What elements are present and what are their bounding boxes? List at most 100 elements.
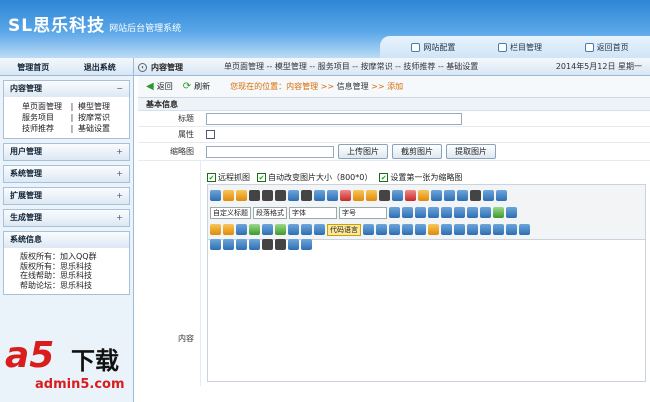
help-icon[interactable] [301, 238, 312, 250]
remote-fetch-option[interactable]: 远程抓图 [207, 172, 250, 183]
strikethrough-icon[interactable] [301, 190, 312, 201]
subscript-icon[interactable] [327, 190, 338, 201]
delete-table-icon[interactable] [467, 224, 478, 235]
bold-icon[interactable] [249, 190, 260, 201]
crop-image-button[interactable]: 截剪图片 [392, 144, 442, 159]
split-cells-icon[interactable] [249, 238, 260, 250]
special-char-icon[interactable] [415, 224, 426, 235]
background-icon[interactable] [363, 224, 374, 235]
title-input[interactable] [206, 112, 462, 125]
unlink-icon[interactable] [493, 207, 504, 218]
indent-icon[interactable] [415, 207, 426, 218]
align-right-icon[interactable] [454, 207, 465, 218]
first-thumb-option[interactable]: 设置第一张为缩略图 [379, 172, 462, 183]
gmap-icon[interactable] [288, 224, 299, 235]
delete-col-icon[interactable] [519, 224, 530, 235]
italic-icon[interactable] [262, 190, 273, 201]
select-all-icon[interactable] [457, 190, 468, 201]
insert-col-icon[interactable] [506, 224, 517, 235]
emotion-icon[interactable] [210, 224, 221, 235]
merge-down-icon[interactable] [236, 238, 247, 250]
clear-doc-icon[interactable] [470, 190, 481, 201]
video-icon[interactable] [249, 224, 260, 235]
insert-row-icon[interactable] [480, 224, 491, 235]
clear-format-icon[interactable] [340, 190, 351, 201]
attachment-icon[interactable] [262, 224, 273, 235]
menu-massage[interactable]: 按摩常识 [78, 112, 110, 123]
direction-ltr-icon[interactable] [389, 207, 400, 218]
menu-technician[interactable]: 技师推荐 [22, 123, 66, 134]
delete-row-icon[interactable] [493, 224, 504, 235]
attr-row: 属性 [138, 127, 650, 143]
system-menu[interactable]: 系统管理 + [3, 165, 130, 183]
pure-text-icon[interactable] [392, 190, 403, 201]
font-family-select[interactable]: 字体 [289, 206, 337, 219]
row-spacing-top-icon[interactable] [483, 190, 494, 201]
font-border-icon[interactable] [288, 190, 299, 201]
user-menu[interactable]: 用户管理 + [3, 143, 130, 161]
anchor-icon[interactable] [506, 207, 517, 218]
horizontal-rule-icon[interactable] [376, 224, 387, 235]
undo-icon[interactable] [223, 190, 234, 201]
page-break-icon[interactable] [314, 224, 325, 235]
word-image-icon[interactable] [441, 224, 452, 235]
insert-frame-icon[interactable] [301, 224, 312, 235]
superscript-icon[interactable] [314, 190, 325, 201]
menu-model[interactable]: 模型管理 [78, 101, 110, 112]
redo-icon[interactable] [236, 190, 247, 201]
return-home-link[interactable]: 返回首页 [584, 42, 629, 53]
auto-typeset-icon[interactable] [366, 190, 377, 201]
site-config-link[interactable]: 网站配置 [411, 42, 455, 53]
menu-single-page[interactable]: 单页面管理 [22, 101, 66, 112]
link-icon[interactable] [480, 207, 491, 218]
underline-icon[interactable] [275, 190, 286, 201]
align-justify-icon[interactable] [467, 207, 478, 218]
print-icon[interactable] [262, 238, 273, 250]
menu-basic[interactable]: 基础设置 [78, 123, 110, 134]
generate-menu[interactable]: 生成管理 + [3, 209, 130, 227]
map-icon[interactable] [275, 224, 286, 235]
preview-icon[interactable] [275, 238, 286, 250]
format-painter-icon[interactable] [353, 190, 364, 201]
font-color-icon[interactable] [405, 190, 416, 201]
direction-rtl-icon[interactable] [402, 207, 413, 218]
header: SL思乐科技 网站后台管理系统 网站配置 栏目管理 返回首页 [0, 0, 650, 58]
admin-home-link[interactable]: 管理首页 [17, 62, 49, 73]
custom-title-select[interactable]: 自定义标题 [210, 206, 251, 219]
back-button[interactable]: ◀ 返回 [146, 81, 173, 92]
column-manage-link[interactable]: 栏目管理 [497, 42, 542, 53]
merge-cells-icon[interactable] [210, 238, 221, 250]
logout-link[interactable]: 退出系统 [84, 62, 116, 73]
extend-menu[interactable]: 扩展管理 + [3, 187, 130, 205]
unordered-list-icon[interactable] [444, 190, 455, 201]
thumb-input[interactable] [206, 145, 334, 158]
top-nav[interactable]: 单页面管理 -- 模型管理 -- 服务项目 -- 按摩常识 -- 技师推荐 --… [224, 58, 478, 76]
ordered-list-icon[interactable] [431, 190, 442, 201]
date-icon[interactable] [389, 224, 400, 235]
menu-services[interactable]: 服务项目 [22, 112, 66, 123]
upload-image-button[interactable]: 上传图片 [338, 144, 388, 159]
paragraph-format-select[interactable]: 段落格式 [253, 206, 287, 219]
attr-checkbox[interactable] [206, 130, 215, 139]
editor-content-area[interactable] [207, 240, 646, 382]
content-menu-header[interactable]: 内容管理 − [4, 81, 129, 97]
code-language-select[interactable]: 代码语言 [327, 223, 361, 236]
align-left-icon[interactable] [428, 207, 439, 218]
insert-table-icon[interactable] [454, 224, 465, 235]
multi-image-icon[interactable] [236, 224, 247, 235]
quote-icon[interactable] [379, 190, 390, 201]
row-spacing-bottom-icon[interactable] [496, 190, 507, 201]
image-icon[interactable] [223, 224, 234, 235]
refresh-button[interactable]: ⟳ 刷新 [183, 81, 210, 92]
time-icon[interactable] [402, 224, 413, 235]
fetch-image-button[interactable]: 提取图片 [446, 144, 496, 159]
search-replace-icon[interactable] [288, 238, 299, 250]
auto-resize-option[interactable]: 自动改变图片大小（800*0） [257, 172, 372, 183]
merge-right-icon[interactable] [223, 238, 234, 250]
snapscreen-icon[interactable] [428, 224, 439, 235]
highlight-icon[interactable] [418, 190, 429, 201]
align-center-icon[interactable] [441, 207, 452, 218]
font-size-select[interactable]: 字号 [339, 206, 387, 219]
html-source-icon[interactable] [210, 190, 221, 201]
toolbar-row-3: 代码语言 [210, 221, 643, 238]
